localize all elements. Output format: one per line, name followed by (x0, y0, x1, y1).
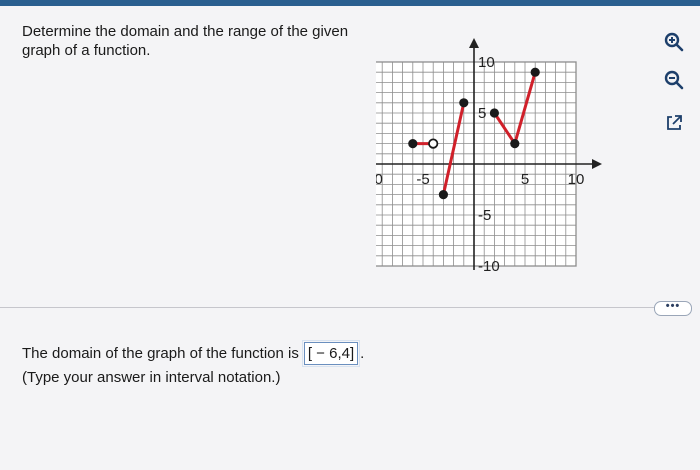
answer-hint: (Type your answer in interval notation.) (22, 369, 281, 386)
zoom-in-button[interactable] (660, 28, 688, 56)
domain-answer-field[interactable]: [ − 6,4] (301, 340, 361, 367)
more-options-button[interactable]: ••• (654, 301, 692, 316)
y-tick-label: 10 (478, 54, 495, 71)
closed-point (530, 67, 540, 77)
y-axis-arrow (469, 38, 479, 48)
answer-line: The domain of the graph of the function … (22, 340, 365, 367)
answer-prefix: The domain of the graph of the function … (22, 344, 299, 362)
closed-point (489, 108, 499, 118)
open-endpoint (428, 138, 439, 149)
y-tick-label: -5 (478, 207, 491, 224)
section-divider (0, 307, 655, 308)
external-link-icon (667, 115, 682, 130)
open-in-new-window-button[interactable] (660, 109, 688, 137)
y-tick-label: 5 (478, 105, 486, 122)
x-tick-label: 5 (521, 171, 529, 188)
closed-point (459, 98, 469, 108)
closed-point (510, 139, 520, 149)
x-tick-label: 10 (568, 171, 585, 188)
function-graph[interactable]: -10 -5 5 10 10 5 -5 -10 (376, 36, 636, 276)
x-tick-label: -5 (416, 171, 429, 188)
zoom-out-icon (664, 70, 684, 90)
answer-suffix: . (360, 344, 365, 362)
closed-point (408, 139, 418, 149)
x-axis-arrow (592, 159, 602, 169)
zoom-out-button[interactable] (660, 66, 688, 94)
top-accent-bar (0, 0, 700, 6)
zoom-in-icon (664, 32, 684, 52)
y-tick-label: -10 (478, 258, 500, 275)
question-text: Determine the domain and the range of th… (22, 23, 349, 59)
closed-point (438, 190, 448, 200)
x-tick-label: -10 (376, 171, 383, 188)
